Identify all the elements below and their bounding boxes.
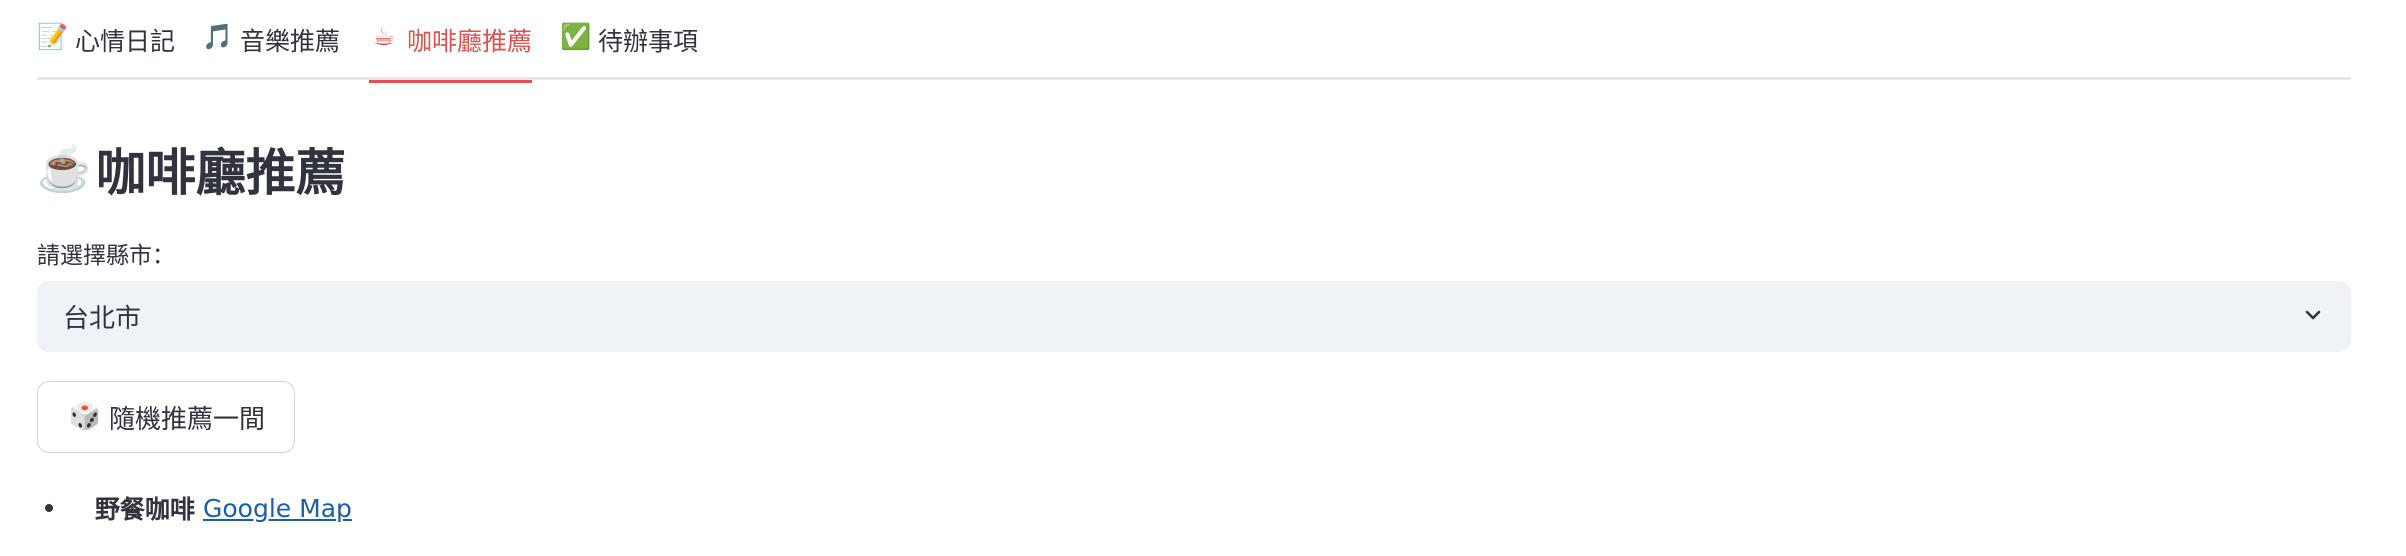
dice-icon: 🎲 <box>68 402 102 432</box>
random-recommend-button[interactable]: 🎲 隨機推薦一間 <box>37 381 295 453</box>
tab-music-recommend[interactable]: 🎵 音樂推薦 <box>202 22 340 80</box>
tab-label: 咖啡廳推薦 <box>407 27 533 56</box>
tab-mood-diary[interactable]: 📝 心情日記 <box>37 22 175 80</box>
google-map-link[interactable]: Google Map <box>203 494 352 523</box>
tab-cafe-recommend[interactable]: ☕ 咖啡廳推薦 <box>369 22 533 83</box>
check-mark-icon: ✅ <box>560 22 592 51</box>
app-page: 📝 心情日記 🎵 音樂推薦 ☕ 咖啡廳推薦 ✅ 待辦事項 ☕ 咖啡廳推薦 請選擇… <box>0 0 2406 556</box>
page-title: ☕ 咖啡廳推薦 <box>37 136 346 202</box>
tab-label: 待辦事項 <box>598 27 699 56</box>
tab-label: 音樂推薦 <box>240 27 341 56</box>
tab-todo[interactable]: ✅ 待辦事項 <box>560 22 698 80</box>
cafe-name: 野餐咖啡 <box>95 495 196 524</box>
tab-label: 心情日記 <box>75 27 176 56</box>
music-note-icon: 🎵 <box>202 22 234 51</box>
city-select-label: 請選擇縣市： <box>37 243 175 269</box>
coffee-icon: ☕ <box>372 22 396 51</box>
random-recommend-label: 隨機推薦一間 <box>108 404 265 435</box>
bullet-icon <box>45 504 53 512</box>
city-select[interactable]: 台北市 <box>37 281 2351 352</box>
tab-bar: 📝 心情日記 🎵 音樂推薦 ☕ 咖啡廳推薦 ✅ 待辦事項 <box>37 0 2351 83</box>
page-title-text: 咖啡廳推薦 <box>96 145 346 201</box>
memo-icon: 📝 <box>37 22 69 51</box>
city-select-value: 台北市 <box>63 304 142 334</box>
result-list-item: 野餐咖啡 Google Map <box>37 490 352 526</box>
chevron-down-icon <box>2305 310 2321 320</box>
coffee-icon: ☕ <box>37 145 92 194</box>
